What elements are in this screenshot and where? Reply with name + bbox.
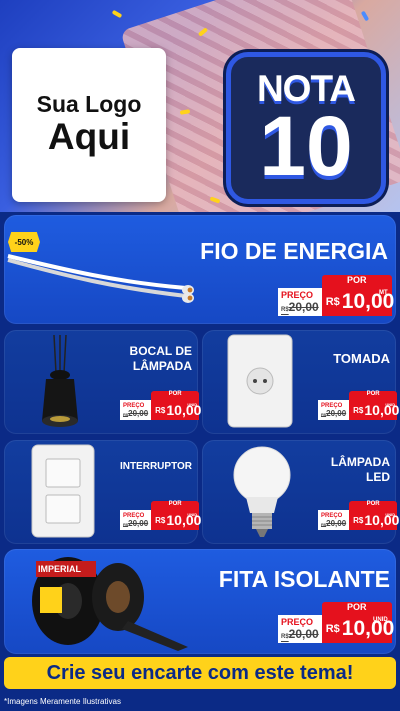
product-name: INTERRUPTOR (119, 461, 192, 472)
old-price: 20,00 (326, 518, 347, 528)
old-price: 20,00 (128, 518, 149, 528)
old-price: 20,00 (288, 627, 319, 641)
price-tag: POR PREÇO R$20,00 R$ 10,00 MT (278, 275, 394, 316)
confetti (111, 9, 123, 19)
por-label: POR (349, 391, 398, 400)
new-currency: R$ (353, 405, 364, 415)
logo-line-2: Aqui (47, 116, 131, 158)
old-price: 20,00 (128, 408, 149, 418)
create-flyer-button[interactable]: Crie seu encarte com este tema! (4, 657, 396, 689)
product-name: FITA ISOLANTE (218, 566, 390, 592)
product-name: FIO DE ENERGIA (200, 238, 388, 264)
por-label: POR (321, 275, 392, 288)
wire-image (7, 254, 194, 303)
footnote: *Imagens Meramente Ilustrativas (4, 697, 121, 706)
price-tag: POR PREÇO R$20,00 R$ 10,00 UNID (318, 391, 399, 420)
product-name: TOMADA (333, 351, 390, 366)
por-label: POR (151, 391, 200, 400)
old-price: 20,00 (288, 300, 319, 314)
por-label: POR (151, 501, 200, 510)
switch-image (31, 444, 95, 538)
new-currency: R$ (325, 296, 340, 308)
unit-label: MT (379, 290, 388, 296)
new-currency: R$ (155, 515, 166, 525)
price-tag: POR PREÇO R$20,00 R$ 10,00 UNID (120, 501, 201, 530)
nota-10-badge: NOTA 10 (226, 52, 386, 204)
new-currency: R$ (325, 623, 340, 635)
unit-label: UNID (385, 512, 396, 517)
unit-label: UNID (385, 402, 396, 407)
new-currency: R$ (155, 405, 166, 415)
confetti (360, 10, 370, 22)
por-label: POR (321, 602, 392, 615)
lamp-socket-image (42, 334, 78, 427)
outlet-image (227, 334, 293, 428)
unit-label: UNID (187, 512, 198, 517)
old-currency: R$ (281, 307, 289, 313)
nota-number: 10 (259, 98, 353, 193)
old-price: 20,00 (326, 408, 347, 418)
unit-label: UNID (187, 402, 198, 407)
price-tag: POR PREÇO R$20,00 R$ 10,00 UNID (278, 602, 394, 643)
price-tag: POR PREÇO R$20,00 R$ 10,00 UNID (120, 391, 201, 420)
logo-placeholder[interactable]: Sua Logo Aqui (12, 48, 166, 202)
logo-line-1: Sua Logo (36, 91, 142, 117)
por-label: POR (349, 501, 398, 510)
tape-brand-label: IMPERIAL (38, 564, 82, 574)
price-tag: POR PREÇO R$20,00 R$ 10,00 UNID (318, 501, 399, 530)
product-name: LÂMPADA LED (330, 455, 390, 484)
product-name: BOCAL DE LÂMPADA (129, 344, 192, 373)
preco-label: PREÇO (281, 617, 314, 627)
preco-label: PREÇO (281, 290, 314, 300)
new-currency: R$ (353, 515, 364, 525)
unit-label: UNID (373, 617, 388, 623)
old-currency: R$ (281, 634, 289, 640)
led-bulb-image (233, 446, 291, 537)
